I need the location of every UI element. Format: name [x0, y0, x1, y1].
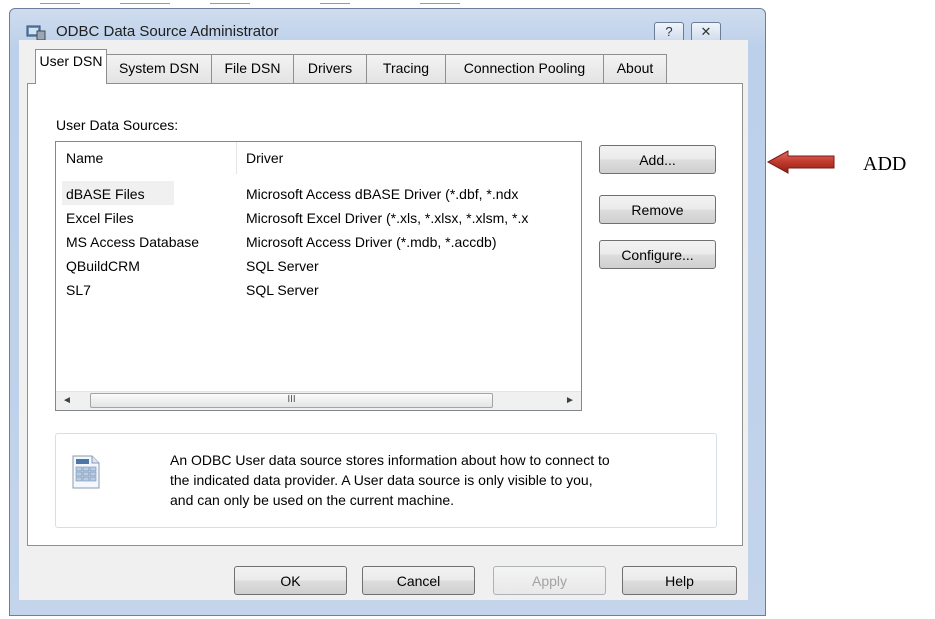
column-header-name[interactable]: Name — [66, 150, 103, 166]
tab-system-dsn[interactable]: System DSN — [106, 54, 212, 83]
info-line-1: An ODBC User data source stores informat… — [170, 452, 610, 468]
column-divider[interactable] — [236, 142, 237, 174]
scroll-thumb[interactable]: III — [90, 393, 493, 408]
apply-button[interactable]: Apply — [493, 566, 606, 595]
close-title-button[interactable]: ✕ — [691, 22, 721, 42]
question-icon: ? — [665, 24, 673, 39]
tab-label: Tracing — [382, 60, 430, 76]
info-line-3: and can only be used on the current mach… — [170, 492, 455, 508]
data-source-icon — [72, 455, 100, 489]
cropped-line — [210, 3, 250, 4]
row-driver: Microsoft Access dBASE Driver (*.dbf, *.… — [246, 186, 519, 202]
row-driver: SQL Server — [246, 282, 319, 298]
ok-button[interactable]: OK — [234, 566, 347, 595]
info-line-2: the indicated data provider. A User data… — [170, 472, 593, 488]
tab-label: User DSN — [39, 53, 103, 69]
tab-connection-pooling[interactable]: Connection Pooling — [445, 54, 604, 83]
row-name: MS Access Database — [66, 234, 200, 250]
tab-label: About — [616, 60, 654, 76]
grip-icon: III — [287, 394, 296, 405]
cropped-line — [320, 3, 350, 4]
add-button[interactable]: Add... — [599, 145, 716, 174]
cropped-line — [120, 3, 170, 4]
tab-tracing[interactable]: Tracing — [366, 54, 446, 83]
row-name: SL7 — [66, 282, 91, 298]
scroll-right-icon[interactable]: ► — [561, 392, 579, 410]
active-tab-join — [36, 82, 106, 84]
annotation-add-label: ADD — [863, 153, 907, 175]
odbc-app-icon — [26, 25, 46, 41]
tab-about[interactable]: About — [603, 54, 667, 83]
data-sources-list[interactable]: Name Driver dBASE Files Microsoft Access… — [55, 141, 582, 411]
row-driver: SQL Server — [246, 258, 319, 274]
close-icon: ✕ — [700, 24, 712, 39]
help-button[interactable]: Help — [622, 566, 737, 595]
column-header-driver[interactable]: Driver — [246, 150, 283, 166]
row-name: Excel Files — [66, 210, 134, 226]
scroll-left-icon[interactable]: ◄ — [58, 392, 76, 410]
row-driver: Microsoft Access Driver (*.mdb, *.accdb) — [246, 234, 497, 250]
tab-label: System DSN — [118, 60, 200, 76]
configure-button[interactable]: Configure... — [599, 240, 716, 269]
help-title-button[interactable]: ? — [654, 22, 684, 42]
row-name: dBASE Files — [66, 186, 145, 202]
red-arrow-icon — [766, 150, 835, 174]
tab-label: Drivers — [307, 60, 353, 76]
cancel-button[interactable]: Cancel — [362, 566, 475, 595]
cropped-line — [420, 3, 460, 4]
tab-label: File DSN — [224, 60, 281, 76]
row-name: QBuildCRM — [66, 258, 140, 274]
cropped-line — [40, 3, 80, 4]
tab-file-dsn[interactable]: File DSN — [211, 54, 294, 83]
window-title: ODBC Data Source Administrator — [56, 23, 279, 40]
user-data-sources-label: User Data Sources: — [56, 117, 179, 133]
info-box: An ODBC User data source stores informat… — [55, 433, 717, 528]
horizontal-scrollbar[interactable]: ◄ III ► — [56, 391, 581, 410]
row-driver: Microsoft Excel Driver (*.xls, *.xlsx, *… — [246, 210, 529, 226]
remove-button[interactable]: Remove — [599, 195, 716, 224]
tab-drivers[interactable]: Drivers — [293, 54, 367, 83]
tab-label: Connection Pooling — [463, 60, 586, 76]
tab-user-dsn[interactable]: User DSN — [35, 49, 107, 83]
